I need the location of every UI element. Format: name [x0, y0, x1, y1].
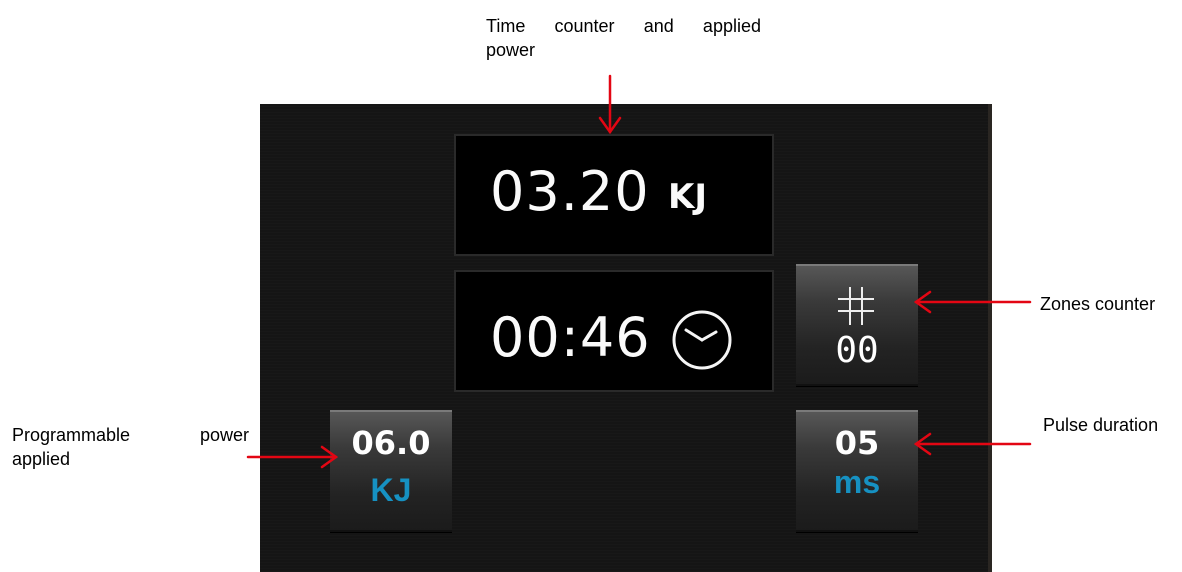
pulse-duration-unit: ms: [833, 464, 881, 500]
energy-display: 03.20 KJ: [454, 134, 774, 256]
clock-icon: [670, 308, 734, 372]
annotation-programmable-power-line2: applied: [12, 449, 71, 469]
programmable-power-button[interactable]: 06.0 KJ: [330, 410, 452, 532]
pulse-duration-value: 05: [834, 424, 880, 462]
zones-counter-button[interactable]: 00: [796, 264, 918, 386]
time-display: 00:46: [454, 270, 774, 392]
annotation-time-counter-line2: power: [486, 40, 536, 60]
annotation-time-counter: Time counter and applied power: [486, 14, 761, 62]
annotation-time-counter-line1: Time counter and applied: [486, 16, 761, 36]
zones-counter-value: 00: [835, 330, 879, 371]
energy-value: 03.20: [490, 160, 650, 223]
programmable-power-unit: KJ: [370, 472, 412, 508]
pulse-duration-button[interactable]: 05 ms: [796, 410, 918, 532]
screen-edge: [988, 104, 992, 572]
annotation-programmable-power: Programmable power applied: [12, 423, 249, 471]
programmable-power-value: 06.0: [351, 424, 431, 462]
device-screen: 03.20 KJ 00:46 00 06.0 KJ 05 ms: [260, 104, 992, 572]
grid-icon: [834, 284, 878, 328]
annotation-zones-counter: Zones counter: [1040, 294, 1156, 314]
time-value: 00:46: [490, 306, 651, 369]
annotation-programmable-power-line1: Programmable power: [12, 425, 249, 445]
energy-unit: KJ: [668, 177, 707, 217]
annotation-pulse-duration: Pulse duration: [1043, 415, 1159, 435]
